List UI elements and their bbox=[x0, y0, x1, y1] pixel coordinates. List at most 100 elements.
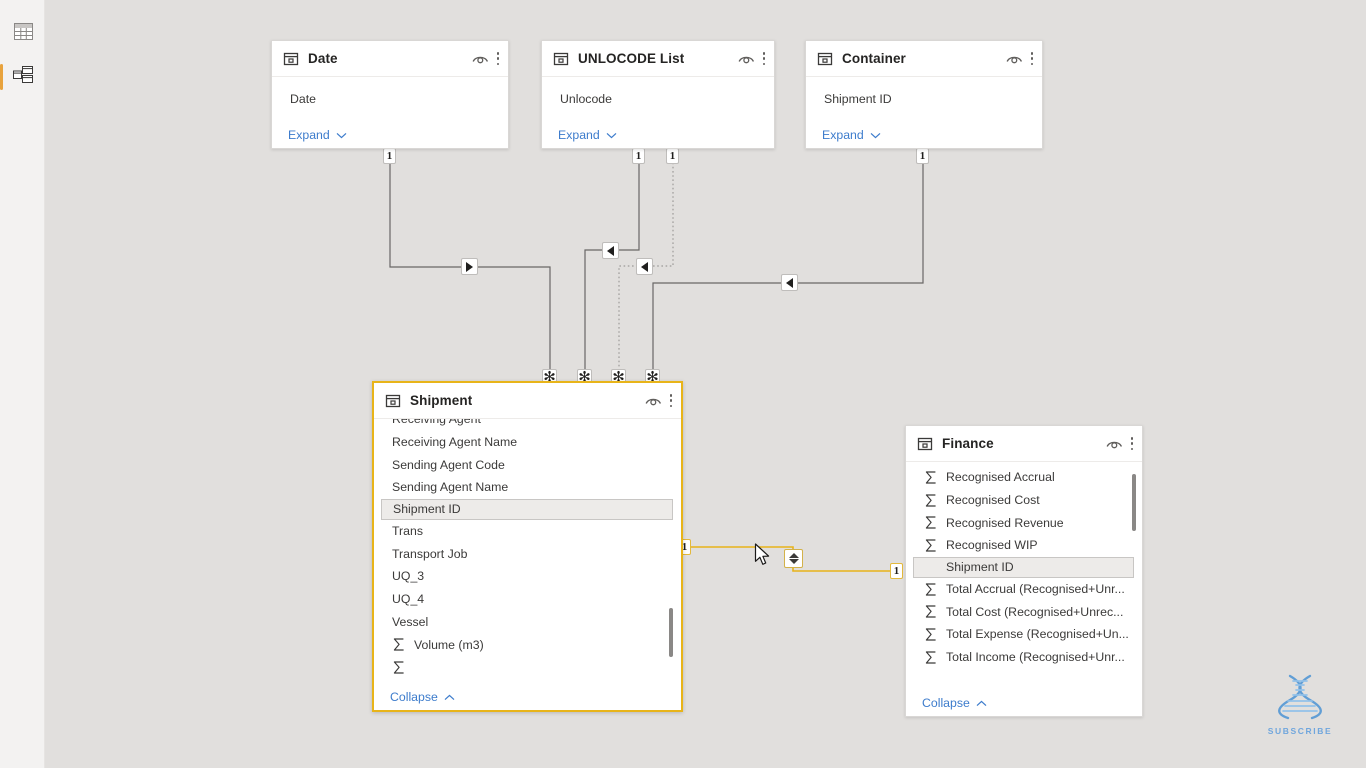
field-row[interactable]: UQ_3 bbox=[374, 565, 681, 588]
field-row[interactable]: Sending Agent Name bbox=[374, 476, 681, 499]
table-card-header[interactable]: UNLOCODE List bbox=[542, 41, 774, 77]
more-options-icon[interactable] bbox=[669, 393, 673, 408]
table-card-fields: Shipment ID bbox=[806, 77, 1042, 121]
arrow-right-icon[interactable] bbox=[461, 258, 478, 275]
relationship-line-container-shipment bbox=[652, 150, 924, 372]
field-row-measure[interactable]: Total Accrual (Recognised+Unr... bbox=[906, 578, 1142, 601]
cardinality-badge-unlocode-one: 1 bbox=[632, 148, 645, 164]
eye-hide-icon[interactable] bbox=[738, 52, 755, 65]
table-card-fields: Unlocode bbox=[542, 77, 774, 121]
vertical-scrollbar[interactable] bbox=[669, 608, 673, 657]
field-row-measure[interactable]: Total Cost (Recognised+Unrec... bbox=[906, 600, 1142, 623]
sigma-measure-icon bbox=[392, 661, 406, 674]
table-card-fields[interactable]: Recognised Accrual Recognised Cost Recog… bbox=[906, 462, 1142, 689]
field-row[interactable]: Trans bbox=[374, 520, 681, 543]
cardinality-badge-finance-one: 1 bbox=[890, 563, 903, 579]
field-row-measure[interactable]: Recognised Cost bbox=[906, 489, 1142, 512]
field-row[interactable]: Sending Agent Code bbox=[374, 453, 681, 476]
table-card-fields[interactable]: Receiving Agent Receiving Agent Name Sen… bbox=[374, 419, 681, 683]
table-icon bbox=[817, 51, 833, 67]
field-row[interactable]: Receiving Agent Name bbox=[374, 431, 681, 454]
table-title: UNLOCODE List bbox=[578, 51, 685, 66]
chevron-up-icon bbox=[444, 690, 455, 704]
table-card-finance[interactable]: Finance Recognised Accrual Recognised Co… bbox=[905, 425, 1143, 717]
collapse-button[interactable]: Collapse bbox=[906, 689, 1142, 716]
table-card-header[interactable]: Date bbox=[272, 41, 508, 77]
sigma-measure-icon bbox=[924, 493, 938, 507]
arrow-left-icon-container[interactable] bbox=[781, 274, 798, 291]
field-row-measure[interactable]: Total Expense (Recognised+Un... bbox=[906, 623, 1142, 646]
field-row[interactable]: Transport Job bbox=[374, 542, 681, 565]
more-options-icon[interactable] bbox=[1130, 436, 1134, 451]
relationship-line-unlocode-shipment-active bbox=[584, 150, 640, 372]
sigma-measure-icon bbox=[924, 651, 938, 664]
field-row-measure[interactable]: Recognised Accrual bbox=[906, 466, 1142, 489]
active-view-indicator bbox=[0, 64, 3, 90]
sigma-measure-icon bbox=[924, 471, 938, 484]
more-options-icon[interactable] bbox=[762, 51, 766, 66]
chevron-down-icon bbox=[606, 128, 617, 142]
table-card-date[interactable]: Date Date Expand bbox=[271, 40, 509, 149]
power-bi-model-view: 1 1 1 1 ✻ ✻ ✻ ✻ 1 1 Date Date Expand UNL… bbox=[0, 0, 1366, 768]
eye-hide-icon[interactable] bbox=[645, 394, 662, 407]
chevron-down-icon bbox=[336, 128, 347, 142]
field-row[interactable]: Vessel bbox=[374, 611, 681, 634]
left-navigation-rail bbox=[0, 0, 45, 768]
field-row[interactable]: UQ_4 bbox=[374, 588, 681, 611]
field-row[interactable]: Receiving Agent bbox=[374, 419, 681, 431]
expand-button[interactable]: Expand bbox=[806, 121, 1042, 148]
collapse-button[interactable]: Collapse bbox=[374, 683, 681, 710]
arrow-left-icon-unlocode[interactable] bbox=[602, 242, 619, 259]
table-card-header[interactable]: Shipment bbox=[374, 383, 681, 419]
table-card-unlocode-list[interactable]: UNLOCODE List Unlocode Expand bbox=[541, 40, 775, 149]
field-row-measure-clipped[interactable] bbox=[374, 656, 681, 679]
sidebar-item-model-view[interactable] bbox=[8, 62, 38, 92]
field-row[interactable]: Date bbox=[272, 88, 508, 111]
table-card-header[interactable]: Finance bbox=[906, 426, 1142, 462]
field-row-selected[interactable]: Shipment ID bbox=[913, 556, 1134, 578]
table-grid-icon bbox=[13, 23, 33, 45]
field-row[interactable]: Shipment ID bbox=[806, 88, 1042, 111]
table-title: Finance bbox=[942, 436, 994, 451]
bidirectional-filter-icon[interactable] bbox=[784, 549, 803, 568]
subscribe-watermark: SUBSCRIBE bbox=[1252, 674, 1348, 736]
field-row-selected[interactable]: Shipment ID bbox=[381, 498, 673, 520]
sigma-measure-icon bbox=[924, 605, 938, 618]
arrow-left-icon-unlocode-inactive[interactable] bbox=[636, 258, 653, 275]
field-row-measure[interactable]: Recognised WIP bbox=[906, 534, 1142, 557]
expand-button[interactable]: Expand bbox=[272, 121, 508, 148]
table-card-fields: Date bbox=[272, 77, 508, 121]
mouse-pointer-icon bbox=[754, 543, 771, 567]
model-relationships-icon bbox=[12, 65, 34, 89]
cardinality-badge-unlocode-inactive-one: 1 bbox=[666, 148, 679, 164]
table-card-shipment[interactable]: Shipment Receiving Agent Receiving Agent… bbox=[372, 381, 683, 712]
eye-hide-icon[interactable] bbox=[1006, 52, 1023, 65]
table-icon bbox=[553, 51, 569, 67]
field-row-measure[interactable]: Recognised Revenue bbox=[906, 511, 1142, 534]
vertical-scrollbar[interactable] bbox=[1132, 474, 1136, 531]
eye-hide-icon[interactable] bbox=[472, 52, 489, 65]
table-card-header[interactable]: Container bbox=[806, 41, 1042, 77]
sigma-measure-icon bbox=[924, 539, 938, 552]
field-row-measure[interactable]: Total Income (Recognised+Unr... bbox=[906, 646, 1142, 669]
sidebar-item-data-view[interactable] bbox=[8, 19, 38, 49]
field-row[interactable]: Unlocode bbox=[542, 88, 774, 111]
sigma-measure-icon bbox=[924, 516, 938, 529]
eye-hide-icon[interactable] bbox=[1106, 437, 1123, 450]
sigma-measure-icon bbox=[924, 583, 938, 596]
more-options-icon[interactable] bbox=[1030, 51, 1034, 66]
subscribe-label: SUBSCRIBE bbox=[1267, 726, 1333, 736]
table-icon bbox=[385, 393, 401, 409]
field-row-measure[interactable]: Volume (m3) bbox=[374, 633, 681, 656]
table-title: Container bbox=[842, 51, 906, 66]
chevron-down-icon bbox=[870, 128, 881, 142]
cardinality-badge-container-one: 1 bbox=[916, 148, 929, 164]
cardinality-badge-date-one: 1 bbox=[383, 148, 396, 164]
table-title: Date bbox=[308, 51, 338, 66]
sigma-measure-icon bbox=[924, 628, 938, 641]
more-options-icon[interactable] bbox=[496, 51, 500, 66]
model-canvas[interactable]: 1 1 1 1 ✻ ✻ ✻ ✻ 1 1 Date Date Expand UNL… bbox=[45, 0, 1366, 768]
expand-button[interactable]: Expand bbox=[542, 121, 774, 148]
sigma-measure-icon bbox=[392, 638, 406, 651]
table-card-container[interactable]: Container Shipment ID Expand bbox=[805, 40, 1043, 149]
